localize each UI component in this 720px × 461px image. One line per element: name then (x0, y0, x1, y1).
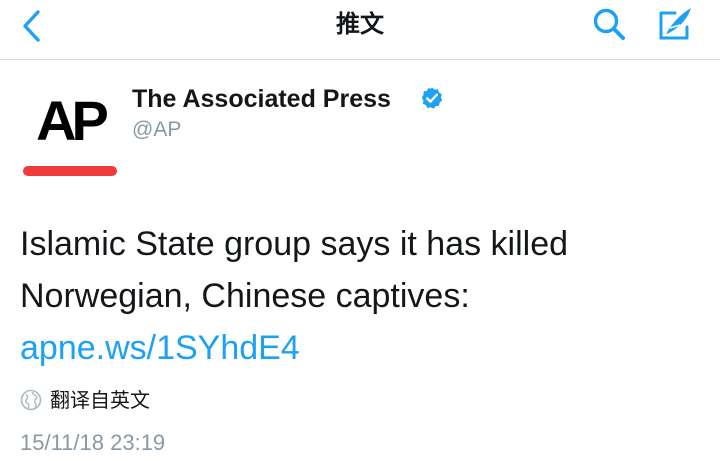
tweet-body-text: Islamic State group says it has killed N… (20, 225, 569, 315)
compose-feather-icon (659, 8, 691, 40)
search-button[interactable] (588, 3, 632, 47)
translate-button[interactable]: 翻译自英文 (20, 386, 150, 414)
globe-icon (20, 389, 42, 411)
author-name[interactable]: The Associated Press (132, 84, 391, 114)
tweet-text: Islamic State group says it has killed N… (20, 218, 680, 374)
ap-logo: AP (36, 89, 109, 152)
verified-badge-icon (421, 87, 443, 109)
search-icon (593, 8, 625, 40)
tweet-link[interactable]: apne.ws/1SYhdE4 (20, 329, 300, 367)
compose-button[interactable] (650, 1, 700, 49)
translate-label: 翻译自英文 (50, 388, 150, 412)
ap-logo-red-bar (23, 166, 117, 176)
top-nav-bar: 推文 (0, 0, 720, 60)
tweet-timestamp: 15/11/18 23:19 (20, 430, 166, 455)
avatar[interactable]: AP (20, 82, 120, 182)
author-handle[interactable]: @AP (132, 117, 181, 143)
